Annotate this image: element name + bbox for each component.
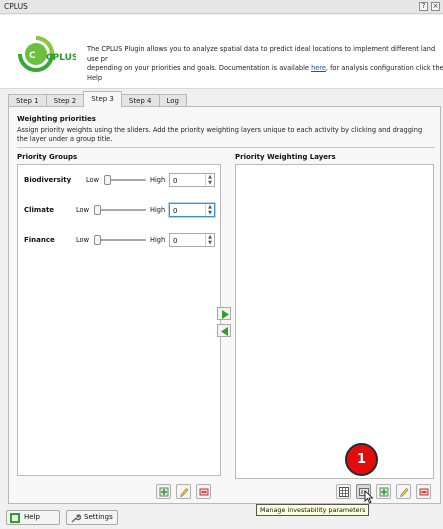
edit-group-button[interactable]: [176, 484, 191, 499]
help-button-label: Help: [24, 513, 40, 521]
group-label: Finance: [24, 236, 55, 244]
priority-layers-list[interactable]: [235, 164, 434, 479]
remove-icon: [199, 488, 209, 496]
weight-value: 0: [173, 207, 178, 215]
spin-arrows-icon[interactable]: ▲ ▼: [205, 204, 214, 216]
pencil-icon: [180, 488, 189, 497]
section-divider: [17, 147, 435, 148]
window-help-button[interactable]: ?: [419, 2, 428, 11]
add-group-button[interactable]: [156, 484, 171, 499]
settings-button-label: Settings: [84, 513, 113, 521]
weight-spinbox[interactable]: 0 ▲ ▼: [169, 173, 215, 187]
slider-low-label: Low: [76, 236, 89, 244]
remove-layer-button[interactable]: [217, 324, 231, 337]
window-close-button[interactable]: ×: [431, 2, 440, 11]
weight-value: 0: [173, 237, 178, 245]
slider-high-label: High: [150, 236, 166, 244]
layer-table-button[interactable]: [336, 484, 351, 499]
weight-value: 0: [173, 177, 178, 185]
remove-group-button[interactable]: [196, 484, 211, 499]
spin-arrows-icon[interactable]: ▲ ▼: [205, 234, 214, 246]
weight-slider-handle[interactable]: [94, 235, 101, 245]
logo-text: CPLUS: [46, 53, 76, 63]
settings-button[interactable]: Settings: [66, 510, 118, 525]
window-titlebar: CPLUS ? ×: [0, 0, 443, 14]
add-icon: [379, 487, 389, 497]
add-layer-button[interactable]: [376, 484, 391, 499]
help-button[interactable]: Help: [6, 510, 60, 525]
step-3-panel: Weighting priorities Assign priority wei…: [8, 106, 441, 504]
svg-text:C: C: [29, 51, 36, 61]
section-title: Weighting priorities: [17, 115, 96, 123]
weight-slider-handle[interactable]: [104, 175, 111, 185]
weight-slider-track[interactable]: [94, 239, 146, 241]
mouse-cursor-icon: [364, 490, 374, 504]
weight-slider-handle[interactable]: [94, 205, 101, 215]
slider-low-label: Low: [76, 206, 89, 214]
remove-layer-button-2[interactable]: [416, 484, 431, 499]
step-tabs: Step 1 Step 2 Step 3 Step 4 Log: [8, 91, 188, 107]
assign-layer-button[interactable]: [217, 307, 231, 320]
slider-high-label: High: [150, 206, 166, 214]
weight-spinbox[interactable]: 0 ▲ ▼: [169, 233, 215, 247]
priority-groups-title: Priority Groups: [17, 153, 78, 161]
weight-spinbox[interactable]: 0 ▲ ▼: [169, 203, 215, 217]
slider-high-label: High: [150, 176, 166, 184]
group-label: Climate: [24, 206, 55, 214]
arrow-right-icon: [222, 310, 229, 319]
wrench-icon: [71, 514, 81, 523]
help-icon: [10, 513, 20, 523]
priority-group-row-biodiversity: Biodiversity Low High 0 ▲ ▼: [24, 173, 216, 187]
priority-group-row-finance: Finance Low High 0 ▲ ▼: [24, 233, 216, 247]
remove-icon: [419, 488, 429, 496]
documentation-link[interactable]: here: [311, 64, 326, 72]
plugin-description: The CPLUS Plugin allows you to analyze s…: [87, 45, 443, 83]
window-title: CPLUS: [4, 2, 28, 11]
description-line-1: The CPLUS Plugin allows you to analyze s…: [87, 45, 436, 63]
section-description: Assign priority weights using the slider…: [17, 126, 423, 143]
plugin-header: C CPLUS The CPLUS Plugin allows you to a…: [0, 15, 443, 89]
edit-layer-button[interactable]: [396, 484, 411, 499]
investability-tooltip: Manage investability parameters: [256, 504, 370, 516]
tab-step-3[interactable]: Step 3: [83, 91, 122, 107]
spin-arrows-icon[interactable]: ▲ ▼: [205, 174, 214, 186]
priority-groups-list[interactable]: Biodiversity Low High 0 ▲ ▼ Climate Low H…: [17, 164, 221, 476]
arrow-left-icon: [221, 327, 228, 336]
table-icon: [339, 487, 349, 497]
description-line-2: depending on your priorities and goals. …: [87, 64, 312, 72]
weight-slider-track[interactable]: [94, 209, 146, 211]
cplus-logo-icon: C CPLUS: [16, 34, 78, 72]
slider-low-label: Low: [86, 176, 99, 184]
add-icon: [159, 487, 169, 497]
pencil-icon: [400, 488, 409, 497]
step-marker-badge: 1: [345, 443, 378, 476]
priority-group-row-climate: Climate Low High 0 ▲ ▼: [24, 203, 216, 217]
group-label: Biodiversity: [24, 176, 72, 184]
priority-layers-title: Priority Weighting Layers: [235, 153, 336, 161]
